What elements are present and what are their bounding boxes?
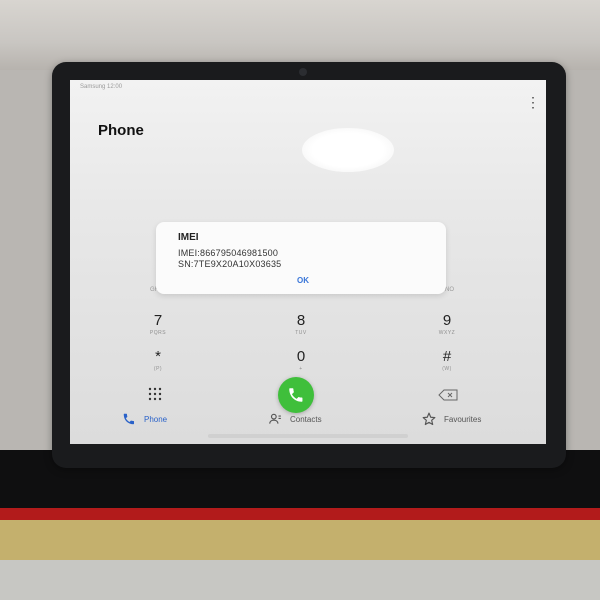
dialog-title: IMEI	[178, 232, 199, 243]
key-star[interactable]: * (P)	[128, 348, 188, 382]
key-letters: (W)	[442, 366, 452, 372]
more-options-icon[interactable]: ⋮	[526, 94, 540, 110]
tab-contacts[interactable]: Contacts	[268, 410, 322, 428]
key-letters: WXYZ	[438, 330, 456, 336]
key-digit: #	[442, 348, 452, 365]
key-digit: *	[155, 348, 161, 365]
contacts-icon	[269, 413, 281, 424]
status-left: Samsung 12:00	[80, 84, 123, 90]
ok-button[interactable]: OK	[290, 276, 316, 290]
key-digit: 0	[296, 348, 306, 365]
backspace-icon[interactable]	[438, 388, 458, 406]
page-title: Phone	[98, 122, 144, 139]
key-9[interactable]: 9 WXYZ	[417, 312, 477, 346]
key-digit: 7	[153, 312, 163, 329]
star-icon	[422, 412, 436, 426]
glare-reflection	[302, 128, 394, 172]
tab-label: Favourites	[444, 414, 482, 424]
key-8[interactable]: 8 TUV	[271, 312, 331, 346]
imei-dialog: IMEI IMEI:866795046981500 SN:7TE9X20A10X…	[156, 222, 446, 294]
key-letters: TUV	[295, 330, 307, 336]
gold-mat	[0, 520, 600, 560]
front-camera	[299, 68, 307, 76]
tab-label: Contacts	[290, 414, 322, 424]
tab-favourites[interactable]: Favourites	[422, 410, 481, 428]
phone-call-icon	[289, 388, 303, 402]
key-letters: (P)	[153, 366, 163, 372]
serial-number-value: SN:7TE9X20A10X03635	[178, 259, 282, 269]
phone-app-screen: Samsung 12:00 ⋮ Phone GHI MNO IMEI IMEI:…	[70, 80, 546, 444]
key-digit: 8	[296, 312, 306, 329]
key-7[interactable]: 7 PQRS	[128, 312, 188, 346]
key-digit: 9	[442, 312, 452, 329]
background-top	[0, 0, 600, 70]
key-letters: PQRS	[149, 330, 167, 336]
dialpad-icon[interactable]	[148, 387, 162, 406]
red-edge	[0, 508, 600, 520]
bottom-strip	[0, 560, 600, 600]
key-hash[interactable]: # (W)	[417, 348, 477, 382]
navigation-bar	[208, 434, 408, 438]
phone-tab-icon	[123, 413, 135, 425]
imei-value: IMEI:866795046981500	[178, 248, 279, 258]
key-letters: +	[299, 366, 303, 372]
call-button[interactable]	[278, 377, 314, 413]
tab-phone[interactable]: Phone	[122, 410, 167, 428]
tab-label: Phone	[144, 414, 168, 424]
